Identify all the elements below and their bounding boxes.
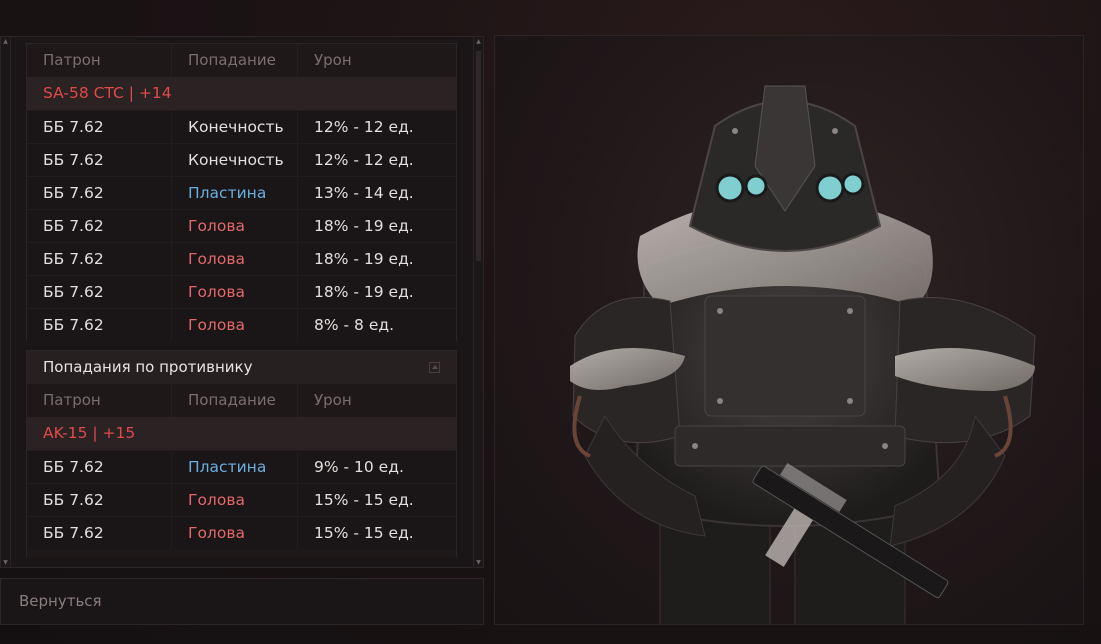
table-row: ББ 7.62 Конечность 12% - 12 ед. <box>27 110 457 144</box>
ammo-cell: ББ 7.62 <box>43 118 104 136</box>
ammo-cell: ББ 7.62 <box>43 524 104 542</box>
hit-cell: Голова <box>171 243 297 276</box>
section-title[interactable]: Попадания по противнику <box>27 351 456 384</box>
hit-cell: Пластина <box>171 451 297 484</box>
damage-cell: 15% - 15 ед. <box>297 517 457 550</box>
scroll-up-icon[interactable]: ▲ <box>474 37 483 46</box>
hit-cell: Конечность <box>171 144 297 177</box>
ammo-cell: ББ 7.62 <box>43 491 104 509</box>
ammo-cell: ББ 7.62 <box>43 184 104 202</box>
column-hit: Попадание <box>171 384 297 417</box>
scrollbar-thumb[interactable] <box>476 51 481 261</box>
armored-soldier-image <box>570 85 1036 624</box>
table-row: ББ 7.62 Голова 18% - 19 ед. <box>27 242 457 276</box>
hit-cell: Голова <box>171 210 297 243</box>
scroll-down-icon[interactable]: ▼ <box>1 558 10 567</box>
right-scrollbar[interactable]: ▲ ▼ <box>473 37 483 567</box>
table-row: ББ 7.62 Голова 18% - 19 ед. <box>27 275 457 309</box>
table-row: ББ 7.62 Пластина 13% - 14 ед. <box>27 176 457 210</box>
column-header-row: Патрон Попадание Урон <box>27 384 456 417</box>
column-hit: Попадание <box>171 44 297 77</box>
ammo-cell: ББ 7.62 <box>43 316 104 334</box>
section-incoming-hits: Патрон Попадание Урон SA-58 CTC | +14 ББ… <box>26 43 457 342</box>
weapon-row: SA-58 CTC | +14 <box>27 77 456 110</box>
hit-cell: Голова <box>171 276 297 309</box>
damage-cell: 15% - 15 ед. <box>297 484 457 517</box>
ammo-cell: ББ 7.62 <box>43 250 104 268</box>
ammo-cell: ББ 7.62 <box>43 217 104 235</box>
damage-cell: 18% - 19 ед. <box>297 243 457 276</box>
damage-cell: 9% - 10 ед. <box>297 451 457 484</box>
column-ammo: Патрон <box>43 391 101 409</box>
table-row: ББ 7.62 Голова 15% - 15 ед. <box>27 483 457 517</box>
hit-cell: Пластина <box>171 177 297 210</box>
scroll-down-icon[interactable]: ▼ <box>474 558 483 567</box>
section-rows: ББ 7.62 Пластина 9% - 10 ед. ББ 7.62 Голова 1… <box>27 450 457 550</box>
ammo-cell: ББ 7.62 <box>43 283 104 301</box>
damage-cell: 18% - 19 ед. <box>297 276 457 309</box>
section-title-label: Попадания по противнику <box>43 358 253 376</box>
collapse-icon[interactable] <box>429 362 440 373</box>
damage-cell: 12% - 12 ед. <box>297 111 457 144</box>
table-row: ББ 7.62 Голова 18% - 19 ед. <box>27 209 457 243</box>
table-row: ББ 7.62 Конечность 12% - 12 ед. <box>27 143 457 177</box>
damage-cell: 8% - 8 ед. <box>297 309 457 342</box>
damage-cell: 18% - 19 ед. <box>297 210 457 243</box>
section-enemy-hits: Попадания по противнику Патрон Попадание… <box>26 350 457 557</box>
ammo-cell: ББ 7.62 <box>43 458 104 476</box>
damage-cell: 12% - 12 ед. <box>297 144 457 177</box>
table-row: ББ 7.62 Голова 8% - 8 ед. <box>27 308 457 342</box>
column-damage: Урон <box>297 384 457 417</box>
hit-cell: Голова <box>171 309 297 342</box>
table-row: ББ 7.62 Пластина 9% - 10 ед. <box>27 450 457 484</box>
back-button[interactable]: Вернуться <box>19 579 102 624</box>
left-scrollbar[interactable]: ▲ ▼ <box>1 37 11 567</box>
column-ammo: Патрон <box>43 51 101 69</box>
scroll-up-icon[interactable]: ▲ <box>1 37 10 46</box>
ammo-cell: ББ 7.62 <box>43 151 104 169</box>
character-preview[interactable] <box>494 35 1084 625</box>
hit-cell: Конечность <box>171 111 297 144</box>
table-row: ББ 7.62 Голова 15% - 15 ед. <box>27 516 457 550</box>
hit-cell: Голова <box>171 484 297 517</box>
weapon-row: AK-15 | +15 <box>27 417 456 450</box>
column-header-row: Патрон Попадание Урон <box>27 44 456 77</box>
hit-stats-panel: ▲ ▼ Патрон Попадание Урон SA-58 CTC | +1… <box>0 36 484 568</box>
damage-cell: 13% - 14 ед. <box>297 177 457 210</box>
hit-cell: Голова <box>171 517 297 550</box>
column-damage: Урон <box>297 44 457 77</box>
hit-stats-content: Патрон Попадание Урон SA-58 CTC | +14 ББ… <box>26 37 457 557</box>
back-panel: Вернуться <box>0 578 484 625</box>
section-rows: ББ 7.62 Конечность 12% - 12 ед. ББ 7.62 Коне… <box>27 110 457 342</box>
